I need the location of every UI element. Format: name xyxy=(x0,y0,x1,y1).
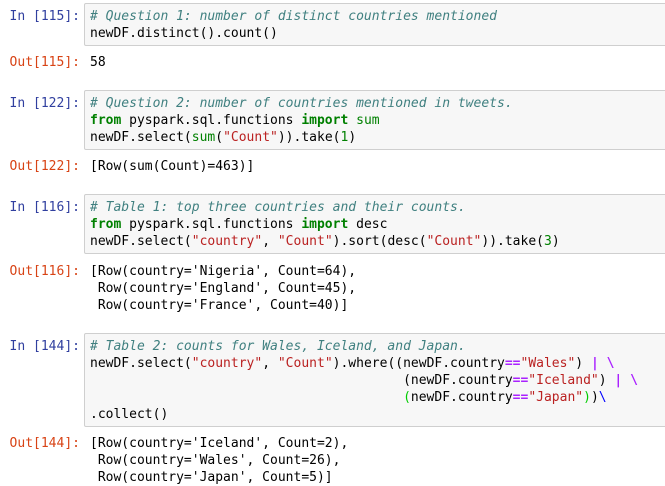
code-line: newDF.select("country", "Count").sort(de… xyxy=(90,234,560,249)
code-line: (newDF.country=="Japan"))\ xyxy=(403,390,607,405)
code-cell-input[interactable]: # Table 2: counts for Wales, Iceland, an… xyxy=(84,333,665,427)
code-cell-input[interactable]: # Table 1: top three countries and their… xyxy=(84,194,665,254)
output-line: Row(country='Wales', Count=26), xyxy=(90,453,341,468)
output-line: Row(country='France', Count=40)] xyxy=(90,298,349,313)
code-line: # Table 2: counts for Wales, Iceland, an… xyxy=(90,339,466,354)
output-line: [Row(country='Nigeria', Count=64), xyxy=(90,264,357,279)
code-line: # Question 2: number of countries mentio… xyxy=(90,96,513,111)
in-prompt: In [116]: xyxy=(9,200,80,215)
code-line: newDF.select(sum("Count")).take(1) xyxy=(90,130,357,145)
code-line: .collect() xyxy=(90,407,169,422)
out-prompt: Out[115]: xyxy=(9,55,80,70)
output-line: Row(country='England', Count=45), xyxy=(90,281,357,296)
code-line: newDF.distinct().count() xyxy=(90,26,278,41)
code-line: (newDF.country=="Iceland") | \ xyxy=(90,373,638,388)
code-line: newDF.select("country", "Count").where((… xyxy=(90,356,615,371)
output-line: [Row(country='Iceland', Count=2), xyxy=(90,436,349,451)
cell-output: [Row(country='Nigeria', Count=64), Row(c… xyxy=(90,263,356,314)
out-prompt: Out[144]: xyxy=(9,436,80,451)
code-line: from pyspark.sql.functions import desc xyxy=(90,217,388,232)
code-line: from pyspark.sql.functions import sum xyxy=(90,113,380,128)
cell-output: [Row(country='Iceland', Count=2), Row(co… xyxy=(90,435,348,486)
cell-output: 58 xyxy=(90,54,106,71)
in-prompt: In [115]: xyxy=(9,9,80,24)
in-prompt: In [144]: xyxy=(9,339,80,354)
output-line: 58 xyxy=(90,55,106,70)
code-cell-input[interactable]: # Question 2: number of countries mentio… xyxy=(84,90,665,150)
output-line: [Row(sum(Count)=463)] xyxy=(90,159,255,174)
out-prompt: Out[116]: xyxy=(9,264,80,279)
code-cell-input[interactable]: # Question 1: number of distinct countri… xyxy=(84,3,665,46)
in-prompt: In [122]: xyxy=(9,96,80,111)
code-line: # Question 1: number of distinct countri… xyxy=(90,9,497,24)
out-prompt: Out[122]: xyxy=(9,159,80,174)
cell-output: [Row(sum(Count)=463)] xyxy=(90,158,254,175)
output-line: Row(country='Japan', Count=5)] xyxy=(90,470,333,485)
code-line: # Table 1: top three countries and their… xyxy=(90,200,466,215)
